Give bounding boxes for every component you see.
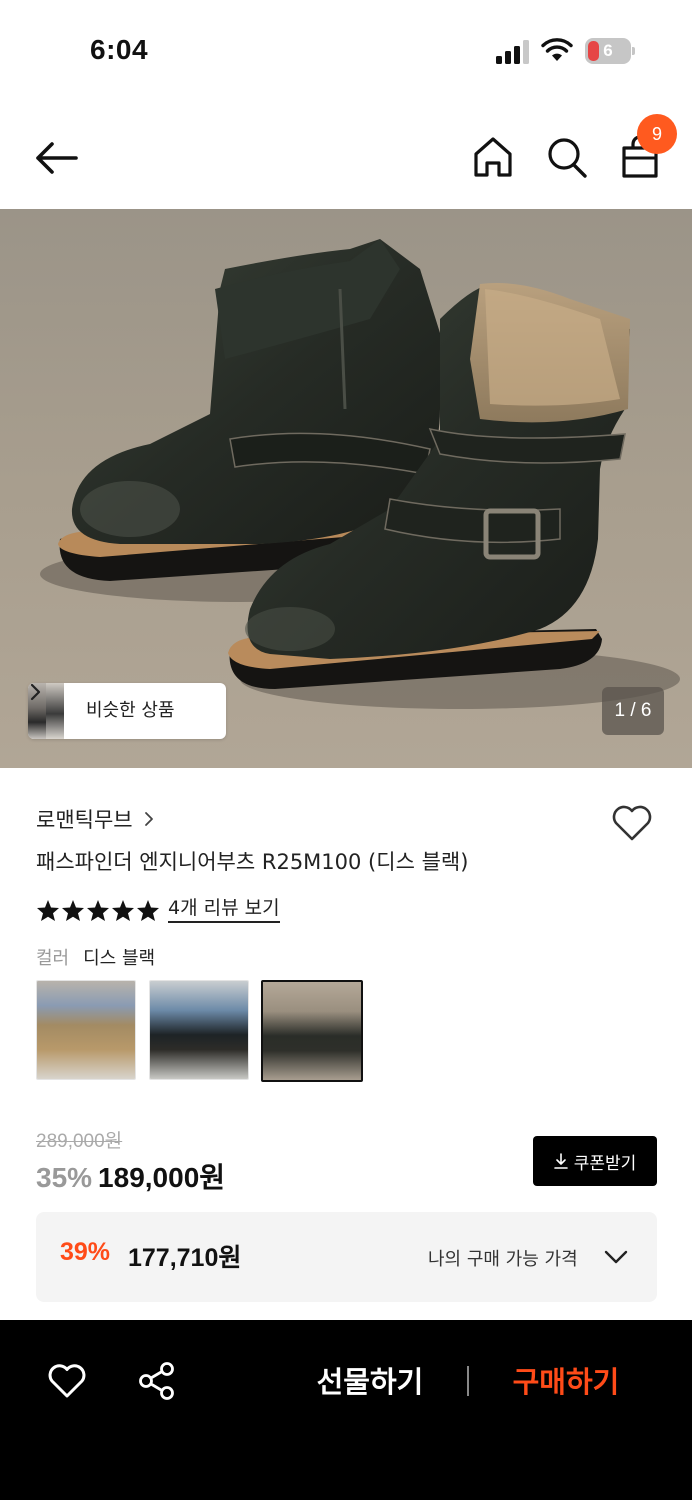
sale-price: 189,000원 xyxy=(98,1162,226,1193)
color-swatch-selected[interactable] xyxy=(261,980,363,1082)
star-icon xyxy=(87,899,109,921)
star-icon xyxy=(112,899,134,921)
discount-rate: 35% xyxy=(36,1162,93,1193)
battery-level: 6 xyxy=(603,41,613,60)
search-icon[interactable] xyxy=(545,134,589,180)
color-value: 디스 블랙 xyxy=(83,948,156,969)
color-label: 컬러 xyxy=(36,948,70,969)
status-time: 6:04 xyxy=(90,34,149,65)
bottom-action-bar: 선물하기 구매하기 xyxy=(0,1320,692,1500)
product-image-carousel[interactable]: 비슷한 상품 1 / 6 xyxy=(0,209,692,768)
my-discount-rate: 39% xyxy=(60,1238,111,1266)
color-swatch[interactable] xyxy=(149,980,249,1080)
original-price: 289,000원 xyxy=(36,1131,123,1152)
color-swatch[interactable] xyxy=(36,980,136,1080)
wifi-icon xyxy=(541,38,573,61)
product-title: 패스파인더 엔지니어부츠 R25M100 (디스 블랙) xyxy=(36,850,469,874)
rating-row: 4개 리뷰 보기 xyxy=(36,895,280,925)
review-link[interactable]: 4개 리뷰 보기 xyxy=(168,897,280,923)
price-row: 35% 189,000원 xyxy=(36,1156,225,1196)
my-price-label: 나의 구매 가능 가격 xyxy=(428,1249,578,1270)
cart-count-badge: 9 xyxy=(637,114,677,154)
star-icon xyxy=(37,899,59,921)
battery-icon: 6 xyxy=(585,38,635,64)
home-icon[interactable] xyxy=(471,134,515,180)
star-icon xyxy=(62,899,84,921)
chevron-right-icon xyxy=(144,812,153,826)
share-icon[interactable] xyxy=(136,1360,178,1402)
gift-button[interactable]: 선물하기 xyxy=(300,1360,440,1404)
rating-stars xyxy=(36,899,160,922)
chevron-right-icon xyxy=(30,683,41,701)
status-bar: 6:04 6 xyxy=(0,0,692,100)
signal-icon xyxy=(496,40,529,64)
download-icon xyxy=(553,1153,568,1169)
brand-link[interactable]: 로맨틱무브 xyxy=(36,804,155,834)
divider xyxy=(467,1366,469,1396)
top-nav: 9 xyxy=(0,110,692,208)
coupon-button[interactable]: 쿠폰받기 xyxy=(533,1136,657,1186)
image-page-counter: 1 / 6 xyxy=(602,687,664,735)
heart-icon[interactable] xyxy=(610,803,654,843)
chevron-down-icon xyxy=(604,1250,628,1264)
my-price: 177,710원 xyxy=(128,1244,242,1272)
brand-name: 로맨틱무브 xyxy=(36,808,133,832)
coupon-label: 쿠폰받기 xyxy=(573,1153,637,1174)
color-row: 컬러 디스 블랙 xyxy=(36,944,155,970)
similar-products-button[interactable]: 비슷한 상품 xyxy=(28,683,226,739)
buy-button[interactable]: 구매하기 xyxy=(496,1360,636,1404)
star-icon xyxy=(137,899,159,921)
my-price-dropdown[interactable]: 39% 177,710원 나의 구매 가능 가격 xyxy=(36,1212,657,1302)
back-arrow-icon[interactable] xyxy=(32,136,80,180)
heart-icon[interactable] xyxy=(47,1362,87,1400)
similar-products-label: 비슷한 상품 xyxy=(86,700,175,721)
